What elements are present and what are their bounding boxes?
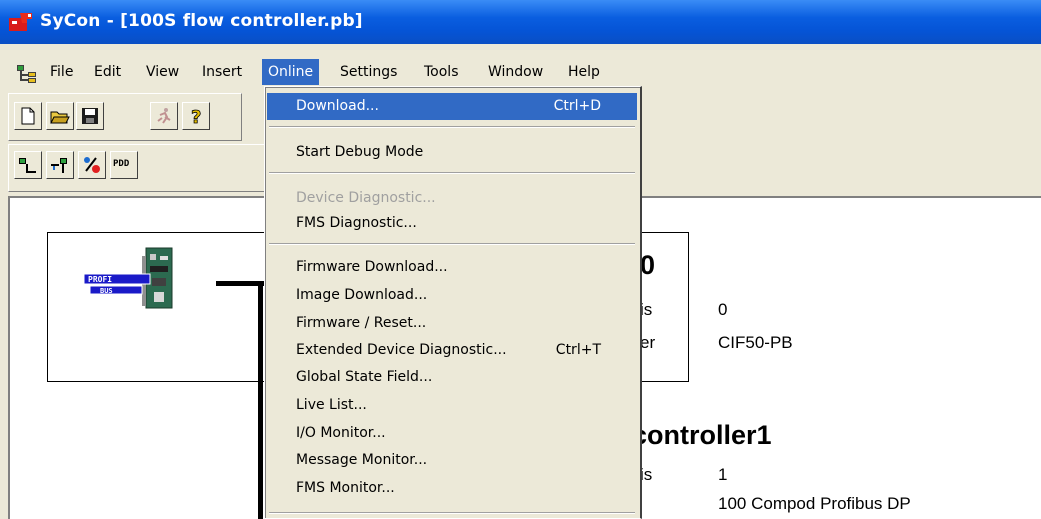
title-bar[interactable]: SyCon - [100S flow controller.pb] (0, 0, 1041, 44)
help-button[interactable]: ? (182, 102, 210, 130)
menu-online[interactable]: Online (262, 59, 320, 85)
svg-text:BUS: BUS (100, 287, 113, 295)
master-title: 0 (640, 250, 656, 280)
sycon-app-icon (9, 13, 32, 31)
bus-connector-line (216, 281, 264, 286)
menu-separator (269, 512, 635, 514)
pdd-button[interactable]: PDD (110, 151, 138, 179)
slave-type-value: 100 Compod Profibus DP (718, 494, 911, 513)
insert-slave-icon (51, 158, 67, 173)
master-address-value: 0 (718, 300, 728, 319)
menu-item-shortcut: Ctrl+T (555, 342, 601, 358)
menu-item-image-download[interactable]: Image Download... (267, 282, 637, 309)
menu-item-device-diagnostic: Device Diagnostic... (267, 185, 637, 212)
transfer-button[interactable] (150, 102, 178, 130)
insert-slave-button[interactable] (46, 151, 74, 179)
svg-text:?: ? (191, 107, 201, 126)
menu-item-label: FMS Diagnostic... (296, 215, 417, 231)
new-file-icon (21, 107, 35, 125)
open-folder-icon (50, 111, 70, 124)
document-tree-icon[interactable] (17, 65, 37, 83)
new-button[interactable] (14, 102, 42, 130)
running-man-icon (157, 108, 171, 124)
menu-item-label: Image Download... (296, 287, 428, 303)
menu-item-label: Global State Field... (296, 369, 433, 385)
menu-settings[interactable]: Settings (334, 59, 403, 85)
open-button[interactable] (46, 102, 74, 130)
menu-item-io-monitor[interactable]: I/O Monitor... (267, 420, 637, 447)
menu-edit[interactable]: Edit (88, 59, 127, 85)
menu-item-firmware-reset[interactable]: Firmware / Reset... (267, 310, 637, 337)
menu-item-label: Message Monitor... (296, 452, 428, 468)
menu-item-label: FMS Monitor... (296, 480, 395, 496)
menu-help[interactable]: Help (562, 59, 606, 85)
slave-title: controller1 (632, 420, 772, 450)
pdd-label: PDD (113, 159, 130, 169)
slave-address-value: 1 (718, 465, 728, 484)
master-type-label: er (640, 333, 656, 352)
save-button[interactable] (76, 102, 104, 130)
menu-item-label: I/O Monitor... (296, 425, 386, 441)
menu-item-label: Live List... (296, 397, 367, 413)
group-button[interactable] (78, 151, 106, 179)
svg-text:PROFI: PROFI (88, 275, 112, 284)
menu-insert[interactable]: Insert (196, 59, 248, 85)
menu-window[interactable]: Window (482, 59, 549, 85)
window-title: SyCon - [100S flow controller.pb] (40, 11, 363, 31)
menu-item-firmware-download[interactable]: Firmware Download... (267, 254, 637, 281)
menu-view[interactable]: View (140, 59, 185, 85)
menu-separator (269, 126, 635, 128)
menu-separator (269, 172, 635, 174)
menu-item-label: Firmware / Reset... (296, 315, 427, 331)
profibus-card-icon: PROFI BUS (83, 247, 173, 309)
menu-separator (269, 243, 635, 245)
menu-item-live-list[interactable]: Live List... (267, 392, 637, 419)
menu-item-start-debug-mode[interactable]: Start Debug Mode (267, 139, 637, 166)
master-type-value: CIF50-PB (718, 333, 793, 352)
save-disk-icon (82, 108, 98, 124)
percent-group-icon (84, 157, 100, 173)
menu-file[interactable]: File (44, 59, 79, 85)
menu-item-label: Extended Device Diagnostic... (296, 342, 507, 358)
menu-item-label: Firmware Download... (296, 259, 448, 275)
menu-item-global-state-field[interactable]: Global State Field... (267, 364, 637, 391)
menu-item-label: Start Debug Mode (296, 144, 424, 160)
insert-master-icon (19, 158, 36, 173)
menu-item-label: Download... (296, 98, 379, 114)
menu-tools[interactable]: Tools (418, 59, 465, 85)
menu-item-fms-monitor[interactable]: FMS Monitor... (267, 475, 637, 502)
menu-item-label: Device Diagnostic... (296, 190, 436, 206)
help-question-icon: ? (191, 107, 202, 126)
insert-master-button[interactable] (14, 151, 42, 179)
menu-item-message-monitor[interactable]: Message Monitor... (267, 447, 637, 474)
menu-item-shortcut: Ctrl+D (553, 98, 601, 114)
profibus-line (258, 281, 263, 519)
menu-item-extended-device-diagnostic[interactable]: Extended Device Diagnostic... Ctrl+T (267, 337, 637, 364)
menu-item-fms-diagnostic[interactable]: FMS Diagnostic... (267, 210, 637, 237)
online-menu-dropdown: Download... Ctrl+D Start Debug Mode Devi… (264, 86, 642, 519)
menu-item-download[interactable]: Download... Ctrl+D (267, 93, 637, 120)
